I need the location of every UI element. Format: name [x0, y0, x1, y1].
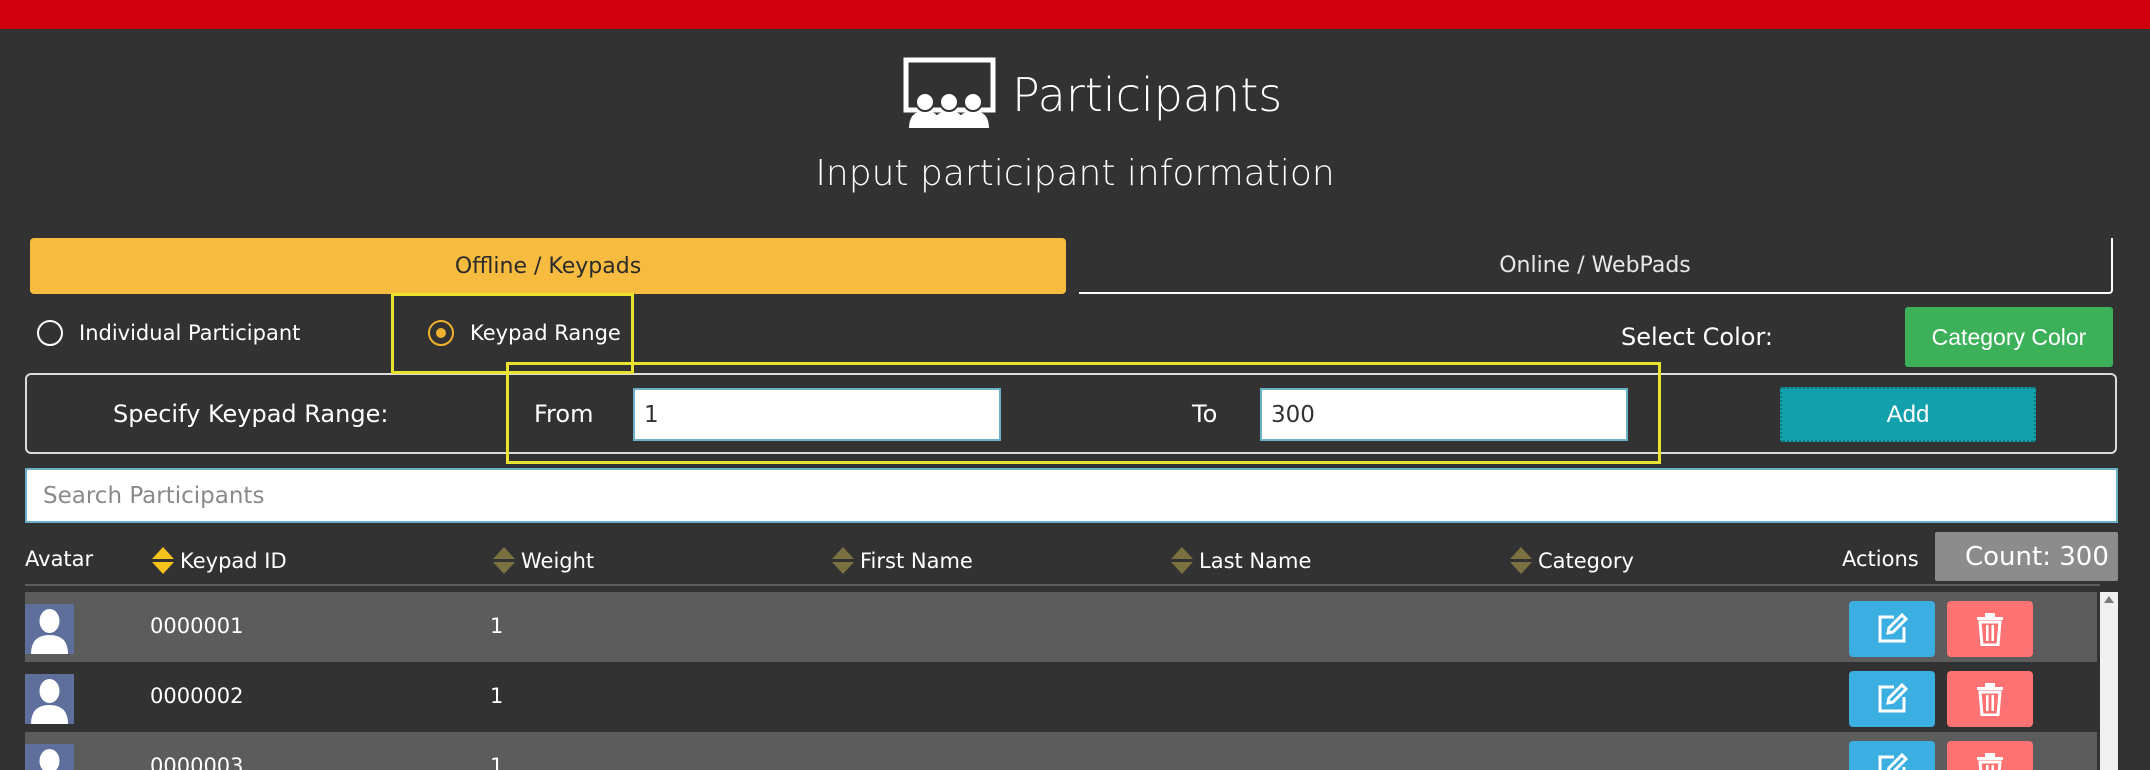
page-subtitle: Input participant information — [815, 153, 1335, 194]
delete-button[interactable] — [1947, 671, 2033, 727]
highlight-box — [506, 362, 1661, 464]
trash-icon — [1977, 753, 2003, 770]
column-header-category[interactable]: Category — [1510, 547, 1634, 575]
sort-arrows-icon — [152, 547, 174, 574]
edit-button[interactable] — [1849, 671, 1935, 727]
user-silhouette-icon — [31, 679, 68, 724]
user-silhouette-icon — [31, 609, 68, 654]
column-header-actions: Actions — [1842, 547, 1919, 571]
avatar — [25, 674, 74, 724]
avatar — [25, 604, 74, 654]
edit-icon — [1878, 752, 1909, 770]
table-row[interactable]: 0000002 1 — [25, 662, 2097, 732]
category-color-button[interactable]: Category Color — [1905, 307, 2113, 367]
column-header-keypad-id[interactable]: Keypad ID — [152, 547, 287, 575]
keypad-id-cell: 0000003 — [150, 754, 244, 770]
column-header-first-name[interactable]: First Name — [832, 547, 973, 575]
top-bar — [0, 0, 2150, 29]
radio-unchecked-icon — [37, 320, 63, 346]
avatar — [25, 744, 74, 770]
table-row[interactable]: 0000001 1 — [25, 592, 2097, 662]
select-color-label: Select Color: — [1621, 323, 1773, 351]
edit-icon — [1878, 682, 1909, 713]
column-header-weight[interactable]: Weight — [493, 547, 594, 575]
keypad-id-cell: 0000002 — [150, 684, 244, 708]
table-scrollbar[interactable] — [2100, 592, 2118, 770]
column-header-avatar: Avatar — [25, 547, 94, 571]
header-divider — [25, 584, 2100, 586]
add-button[interactable]: Add — [1780, 387, 2036, 442]
radio-label: Individual Participant — [79, 321, 301, 345]
edit-icon — [1878, 612, 1909, 643]
column-header-last-name[interactable]: Last Name — [1171, 547, 1311, 575]
keypad-id-cell: 0000001 — [150, 614, 244, 638]
user-silhouette-icon — [39, 749, 60, 770]
edit-button[interactable] — [1849, 601, 1935, 657]
delete-button[interactable] — [1947, 741, 2033, 770]
radio-individual-participant[interactable]: Individual Participant — [37, 320, 300, 346]
weight-cell: 1 — [490, 614, 504, 638]
tab-offline-keypads[interactable]: Offline / Keypads — [30, 238, 1066, 294]
sort-arrows-icon — [493, 547, 515, 574]
sort-arrows-icon — [1171, 547, 1193, 574]
specify-range-label: Specify Keypad Range: — [113, 400, 389, 428]
scroll-up-arrow-icon[interactable] — [2104, 596, 2114, 603]
count-badge: Count: 300 — [1935, 532, 2118, 581]
page-title: Participants — [1012, 68, 1283, 122]
trash-icon — [1977, 613, 2003, 646]
trash-icon — [1977, 683, 2003, 716]
sort-arrows-icon — [1510, 547, 1532, 574]
delete-button[interactable] — [1947, 601, 2033, 657]
edit-button[interactable] — [1849, 741, 1935, 770]
audience-icon — [903, 57, 996, 128]
weight-cell: 1 — [490, 754, 504, 770]
sort-arrows-icon — [832, 547, 854, 574]
weight-cell: 1 — [490, 684, 504, 708]
search-input[interactable] — [25, 468, 2118, 523]
tab-online-webpads[interactable]: Online / WebPads — [1079, 238, 2113, 294]
table-row[interactable]: 0000003 1 — [25, 732, 2097, 770]
